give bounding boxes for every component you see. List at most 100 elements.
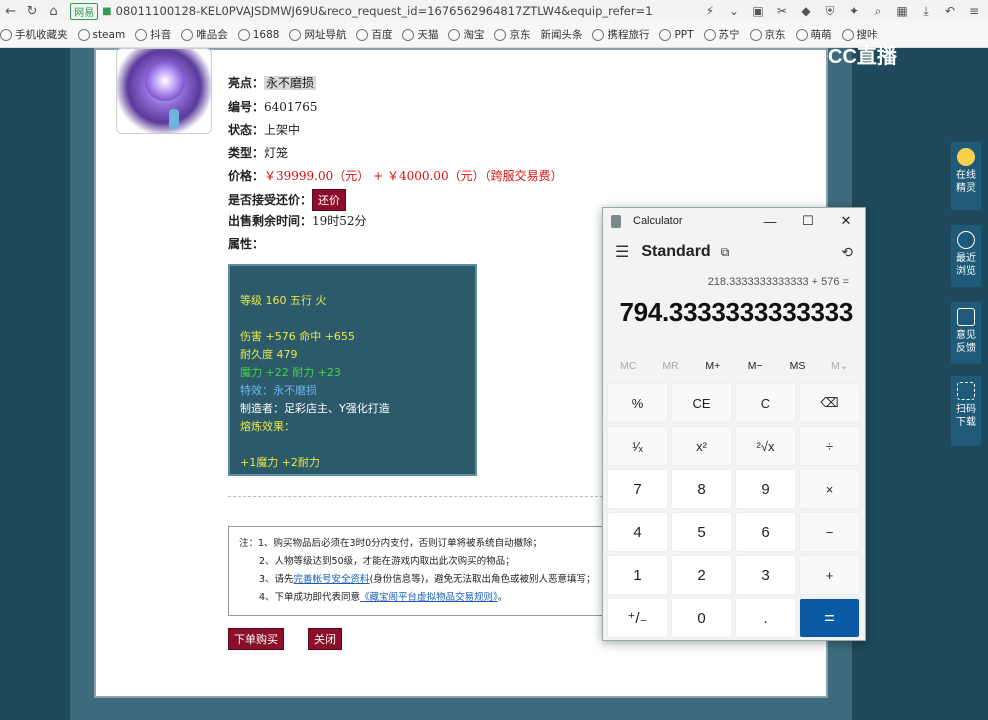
- shield-icon[interactable]: ⛨: [822, 3, 838, 19]
- bookmark-item[interactable]: 天猫: [402, 27, 438, 42]
- calculator-titlebar[interactable]: Calculator — ☐ ✕: [603, 208, 865, 234]
- add-key[interactable]: +: [799, 555, 860, 595]
- attr-damage: 伤害 +576 命中 +655: [240, 330, 355, 343]
- window-icon[interactable]: ▣: [750, 3, 766, 19]
- memory-recall-button[interactable]: MR: [649, 352, 691, 380]
- dropdown-icon[interactable]: ⌄: [726, 3, 742, 19]
- multiply-key[interactable]: ×: [799, 469, 860, 509]
- memory-list-button[interactable]: M⌄: [819, 352, 861, 380]
- digit-6-key[interactable]: 6: [735, 512, 796, 552]
- price-row: 价格：￥39999.00（元） + ￥4000.00（元）（跨服交易费）: [228, 167, 563, 184]
- account-security-link[interactable]: 完善帐号安全资料: [294, 574, 370, 585]
- square-key[interactable]: x²: [671, 426, 732, 466]
- globe-icon: [77, 28, 90, 41]
- digit-0-key[interactable]: 0: [671, 598, 732, 638]
- bookmark-item[interactable]: PPT: [659, 28, 694, 41]
- globe-icon: [841, 28, 854, 41]
- hamburger-menu-icon[interactable]: ☰: [615, 242, 629, 262]
- bookmark-item[interactable]: 唯品会: [181, 27, 228, 42]
- digit-8-key[interactable]: 8: [671, 469, 732, 509]
- sqrt-key[interactable]: ²√x: [735, 426, 796, 466]
- menu-icon[interactable]: ≡: [966, 3, 982, 19]
- maximize-icon[interactable]: ☐: [789, 208, 827, 234]
- digit-9-key[interactable]: 9: [735, 469, 796, 509]
- note-line: 注：1、购买物品后必须在3时0分内支付，否则订单将被系统自动撤除；: [239, 538, 543, 549]
- bookmark-item[interactable]: 手机收藏夹: [0, 27, 68, 42]
- back-icon[interactable]: ←: [0, 0, 21, 22]
- globe-icon: [659, 28, 672, 41]
- globe-icon: [703, 28, 716, 41]
- bookmark-item[interactable]: 百度: [356, 27, 392, 42]
- negate-key[interactable]: ⁺/₋: [607, 598, 668, 638]
- globe-icon: [448, 28, 461, 41]
- scissors-icon[interactable]: ✂: [774, 3, 790, 19]
- memory-store-button[interactable]: MS: [776, 352, 818, 380]
- sidebar-item-recent[interactable]: 最近浏览: [951, 225, 981, 287]
- attr-refine-label: 熔炼效果：: [240, 420, 295, 433]
- bookmark-item[interactable]: 网址导航: [289, 27, 346, 42]
- keep-on-top-icon[interactable]: ⧉: [721, 245, 730, 260]
- bookmark-item[interactable]: 新闻头条: [540, 27, 582, 42]
- search-icon[interactable]: ⌕: [870, 3, 886, 19]
- home-icon[interactable]: ⌂: [43, 0, 64, 22]
- digit-2-key[interactable]: 2: [671, 555, 732, 595]
- digit-4-key[interactable]: 4: [607, 512, 668, 552]
- bookmark-item[interactable]: 淘宝: [448, 27, 484, 42]
- refresh-icon[interactable]: ↻: [21, 0, 42, 22]
- grid-icon[interactable]: ▦: [894, 3, 910, 19]
- undo-icon[interactable]: ↶: [942, 3, 958, 19]
- memory-add-button[interactable]: M+: [692, 352, 734, 380]
- clear-key[interactable]: C: [735, 383, 796, 423]
- digit-7-key[interactable]: 7: [607, 469, 668, 509]
- globe-icon: [135, 28, 148, 41]
- lock-icon: ■: [102, 5, 112, 17]
- bookmark-item[interactable]: 1688: [237, 28, 279, 41]
- bookmark-item[interactable]: 京东: [749, 27, 786, 42]
- memory-subtract-button[interactable]: M−: [734, 352, 776, 380]
- download-icon[interactable]: ⤓: [918, 3, 934, 19]
- decimal-key[interactable]: .: [735, 598, 796, 638]
- history-icon[interactable]: ⟲: [841, 244, 853, 261]
- sidebar-item-online[interactable]: 在线精灵: [951, 142, 981, 210]
- price-label: 价格：: [228, 169, 265, 183]
- url-field[interactable]: 网易 ■ 08011100128-KEL0PVAJSDMWJ69U&reco_r…: [70, 2, 702, 20]
- equals-key[interactable]: =: [799, 598, 860, 638]
- divide-key[interactable]: ÷: [799, 426, 860, 466]
- digit-3-key[interactable]: 3: [735, 555, 796, 595]
- trade-rules-link[interactable]: 《藏宝阁平台虚拟物品交易规则》: [360, 592, 498, 603]
- close-icon[interactable]: ✕: [827, 208, 865, 234]
- digit-5-key[interactable]: 5: [671, 512, 732, 552]
- app-icon[interactable]: ◆: [798, 3, 814, 19]
- bookmark-item[interactable]: 携程旅行: [592, 27, 649, 42]
- attr-label: 属性：: [228, 237, 265, 251]
- close-button[interactable]: 关闭: [308, 628, 342, 650]
- minimize-icon[interactable]: —: [751, 208, 789, 234]
- clear-entry-key[interactable]: CE: [671, 383, 732, 423]
- bookmark-item[interactable]: 抖音: [135, 27, 171, 42]
- type-row: 类型：灯笼: [228, 144, 288, 161]
- digit-1-key[interactable]: 1: [607, 555, 668, 595]
- note-line: 3、请先完善帐号安全资料(身份信息等)，避免无法取出角色或被别人恶意填写；: [259, 574, 596, 585]
- percent-key[interactable]: %: [607, 383, 668, 423]
- highlight-row: 亮点： 永不磨损: [228, 74, 317, 91]
- sidebar-item-feedback[interactable]: 意见反馈: [951, 302, 981, 364]
- sidebar-item-scan[interactable]: 扫码下载: [951, 376, 981, 446]
- url-text: 08011100128-KEL0PVAJSDMWJ69U&reco_reques…: [115, 4, 653, 18]
- bookmark-item[interactable]: 苏宁: [703, 27, 740, 42]
- bookmark-item[interactable]: 萌萌: [795, 27, 832, 42]
- lantern-orb-icon: [145, 61, 185, 101]
- lightning-icon[interactable]: ⚡: [702, 3, 718, 19]
- subtract-key[interactable]: −: [799, 512, 860, 552]
- bargain-button[interactable]: 还价: [312, 189, 347, 211]
- bookmark-item[interactable]: steam: [77, 28, 125, 41]
- game-icon[interactable]: ✦: [846, 3, 862, 19]
- bookmark-item[interactable]: 京东: [494, 27, 530, 42]
- attr-magic: 魔力 +22 耐力 +23: [240, 366, 341, 379]
- id-label: 编号：: [228, 100, 265, 114]
- status-row: 状态：上架中: [228, 121, 300, 138]
- buy-button[interactable]: 下单购买: [228, 628, 284, 650]
- reciprocal-key[interactable]: ¹⁄ₓ: [607, 426, 668, 466]
- globe-icon: [592, 28, 605, 41]
- memory-clear-button[interactable]: MC: [607, 352, 649, 380]
- backspace-key[interactable]: ⌫: [799, 383, 860, 423]
